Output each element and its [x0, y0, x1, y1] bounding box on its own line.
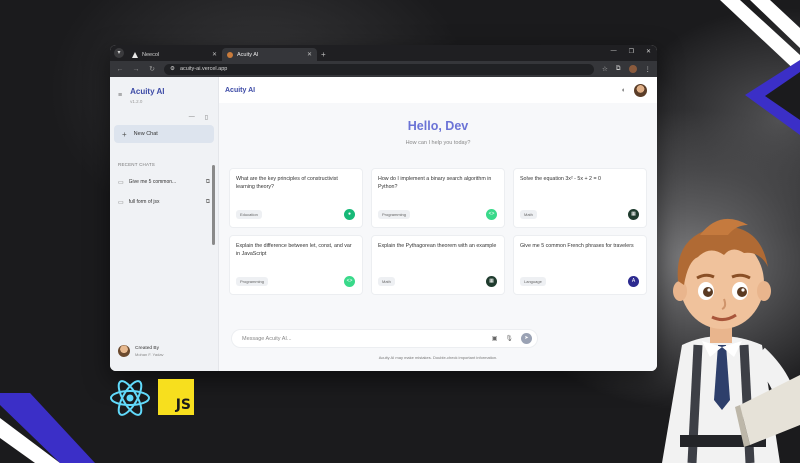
- javascript-logo-icon: JS: [158, 379, 194, 415]
- main-panel: Acuity AI ◐ Hello, Dev How can I help yo…: [219, 77, 657, 371]
- suggestion-cards: What are the key principles of construct…: [229, 168, 647, 295]
- react-logo-icon: [110, 380, 150, 416]
- greeting-subtitle: How can I help you today?: [405, 140, 471, 146]
- copy-icon[interactable]: ⧉: [206, 179, 210, 186]
- microphone-icon[interactable]: 🎙: [505, 335, 513, 342]
- image-upload-icon[interactable]: ▣: [492, 335, 498, 342]
- category-tag: Language: [520, 277, 546, 286]
- corner-stripes-decoration: [720, 0, 800, 135]
- recent-chat-item[interactable]: ▭ Give me 5 common... ⧉: [114, 172, 214, 192]
- suggestion-text: Give me 5 common French phrases for trav…: [520, 243, 634, 249]
- new-tab-icon[interactable]: +: [321, 50, 326, 59]
- suggestion-text: How do I implement a binary search algor…: [378, 176, 492, 190]
- forward-icon[interactable]: →: [132, 66, 140, 73]
- greeting: Hello, Dev: [407, 119, 469, 133]
- category-tag: Programming: [378, 210, 411, 219]
- recent-chats-heading: RECENT CHATS: [118, 162, 155, 167]
- minimize-icon[interactable]: —: [611, 48, 617, 55]
- user-avatar[interactable]: [634, 83, 647, 97]
- copy-icon[interactable]: ⧉: [206, 199, 210, 206]
- creator-name: Mohan F. Yadav: [135, 351, 164, 357]
- send-button[interactable]: ➤: [521, 333, 532, 344]
- extensions-icon[interactable]: ⧉: [616, 65, 621, 73]
- calculator-icon: ▦: [628, 209, 639, 220]
- new-chat-button[interactable]: + New Chat: [114, 125, 214, 143]
- developer-character-illustration: [662, 218, 800, 463]
- browser-tab-strip: ▾ Neecol ✕ Acuity AI ✕ + — ❐ ✕: [110, 45, 657, 61]
- browser-tab[interactable]: Neecol ✕: [127, 48, 222, 61]
- menu-icon[interactable]: ≡: [118, 92, 122, 99]
- sidebar: ≡ Acuity AI v1.2.0 — ▯ + New Chat RECENT…: [110, 77, 219, 371]
- tab-search-icon[interactable]: ▾: [114, 48, 124, 58]
- suggestion-card[interactable]: Explain the difference between let, cons…: [229, 235, 363, 295]
- main-header: Acuity AI ◐: [219, 77, 657, 103]
- browser-tab-active[interactable]: Acuity AI ✕: [222, 48, 317, 61]
- category-tag: Programming: [236, 277, 269, 286]
- site-info-icon[interactable]: ⚙: [170, 66, 175, 72]
- suggestion-card[interactable]: Explain the Pythagorean theorem with an …: [371, 235, 505, 295]
- category-tag: Education: [236, 210, 262, 219]
- message-composer: ▣ 🎙 ➤: [231, 329, 538, 348]
- version-label: v1.2.0: [130, 99, 143, 104]
- education-icon: ●: [344, 209, 355, 220]
- back-icon[interactable]: ←: [116, 66, 124, 73]
- suggestion-card[interactable]: How do I implement a binary search algor…: [371, 168, 505, 228]
- message-input[interactable]: [242, 335, 484, 342]
- page-title: Acuity AI: [225, 86, 256, 94]
- category-tag: Math: [520, 210, 537, 219]
- tab-close-icon[interactable]: ✕: [212, 51, 217, 58]
- theme-toggle-icon[interactable]: ◐: [622, 87, 626, 94]
- chat-bubble-icon: ▭: [118, 199, 124, 206]
- recent-chat-label: Give me 5 common...: [128, 179, 177, 185]
- tab-title: Acuity AI: [237, 51, 259, 58]
- address-bar[interactable]: ⚙ acuity-ai.vercel.app: [164, 63, 595, 75]
- suggestion-card[interactable]: Solve the equation 3x² - 5x + 2 = 0 Math…: [513, 168, 647, 228]
- corner-stripes-decoration-bottom: [0, 393, 95, 463]
- sidebar-actions: — ▯: [114, 104, 214, 121]
- suggestion-text: Explain the Pythagorean theorem with an …: [378, 243, 497, 249]
- chat-bubble-icon: ▭: [118, 179, 124, 186]
- tab-favicon-icon: [227, 51, 233, 58]
- creator-credit: Created By Mohan F. Yadav: [118, 345, 164, 357]
- suggestion-text: What are the key principles of construct…: [236, 176, 338, 190]
- tab-close-icon[interactable]: ✕: [307, 51, 312, 58]
- category-tag: Math: [378, 277, 395, 286]
- profile-avatar[interactable]: [628, 65, 637, 73]
- bookmark-star-icon[interactable]: ☆: [602, 65, 608, 73]
- suggestion-text: Solve the equation 3x² - 5x + 2 = 0: [520, 176, 601, 182]
- sidebar-toggle-icon[interactable]: ▯: [205, 114, 208, 121]
- browser-toolbar: ← → ↻ ⚙ acuity-ai.vercel.app ☆ ⧉ ⋮: [110, 61, 657, 77]
- suggestion-card[interactable]: What are the key principles of construct…: [229, 168, 363, 228]
- calculator-icon: ▦: [486, 276, 497, 287]
- code-icon: <>: [486, 209, 497, 220]
- disclaimer-text: Acuity AI may make mistakes. Double-chec…: [378, 355, 498, 360]
- suggestion-card[interactable]: Give me 5 common French phrases for trav…: [513, 235, 647, 295]
- code-icon: <>: [344, 276, 355, 287]
- recent-chat-label: full form of jsx: [128, 199, 160, 205]
- window-controls: — ❐ ✕: [611, 48, 651, 55]
- plus-icon: +: [122, 129, 127, 139]
- tab-title: Neecol: [142, 51, 160, 58]
- new-chat-label: New Chat: [133, 131, 158, 137]
- created-by-label: Created By: [135, 345, 159, 351]
- browser-window: ▾ Neecol ✕ Acuity AI ✕ + — ❐ ✕ ← → ↻ ⚙ a…: [110, 45, 657, 371]
- close-window-icon[interactable]: ✕: [646, 48, 651, 55]
- tab-favicon-icon: [132, 51, 138, 58]
- maximize-icon[interactable]: ❐: [629, 48, 634, 55]
- acuity-app: ≡ Acuity AI v1.2.0 — ▯ + New Chat RECENT…: [110, 77, 657, 371]
- url-text: acuity-ai.vercel.app: [179, 66, 228, 72]
- sidebar-header: ≡ Acuity AI v1.2.0: [114, 77, 214, 104]
- language-icon: A: [628, 276, 639, 287]
- sidebar-scrollbar[interactable]: [212, 165, 215, 245]
- creator-avatar: [118, 345, 130, 357]
- recent-chat-item[interactable]: ▭ full form of jsx ⧉: [114, 192, 214, 212]
- suggestion-text: Explain the difference between let, cons…: [236, 243, 352, 257]
- browser-menu-icon[interactable]: ⋮: [645, 65, 652, 73]
- reload-icon[interactable]: ↻: [148, 65, 156, 73]
- js-logo-text: JS: [175, 397, 191, 413]
- collapse-icon[interactable]: —: [189, 114, 195, 121]
- sidebar-brand: Acuity AI: [130, 87, 165, 96]
